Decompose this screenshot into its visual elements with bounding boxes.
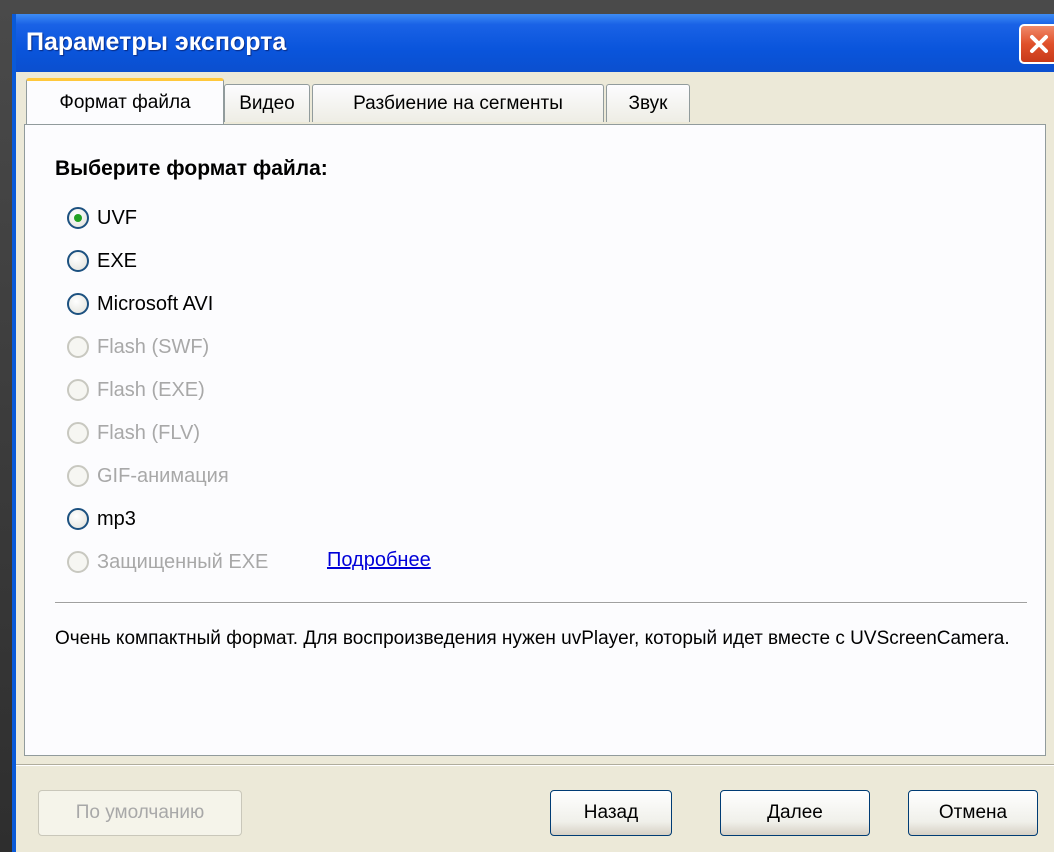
option-label: EXE (97, 249, 138, 272)
radio-button[interactable] (67, 508, 89, 530)
file-format-panel: Выберите формат файла: UVF EXE Microsoft… (24, 124, 1046, 756)
window-title: Параметры экспорта (26, 28, 287, 56)
tab-segmentation[interactable]: Разбиение на сегменты (312, 84, 604, 122)
tab-video[interactable]: Видео (224, 84, 310, 122)
defaults-button: По умолчанию (38, 790, 242, 836)
format-option-flash-swf: Flash (SWF) (67, 332, 209, 362)
button-label: По умолчанию (75, 802, 205, 823)
format-option-gif: GIF-анимация (67, 461, 229, 491)
radio-button (67, 465, 89, 487)
radio-button (67, 422, 89, 444)
radio-selected-dot (74, 214, 82, 222)
format-option-mp3[interactable]: mp3 (67, 504, 136, 534)
button-label: Отмена (938, 802, 1008, 823)
option-label: Microsoft AVI (97, 292, 214, 315)
next-button[interactable]: Далее (720, 790, 870, 836)
tab-strip: Формат файла Видео Разбиение на сегменты… (26, 76, 1046, 126)
format-description: Очень компактный формат. Для воспроизвед… (55, 628, 1010, 649)
option-label: Flash (FLV) (97, 421, 200, 444)
radio-button[interactable] (67, 207, 89, 229)
radio-button[interactable] (67, 250, 89, 272)
footer-divider (16, 764, 1054, 766)
option-label: GIF-анимация (97, 464, 229, 487)
option-label: mp3 (97, 507, 136, 530)
radio-button (67, 379, 89, 401)
option-label: Flash (EXE) (97, 378, 205, 401)
tab-label: Разбиение на сегменты (353, 92, 563, 114)
tab-sound[interactable]: Звук (606, 84, 690, 122)
tab-label: Звук (628, 92, 668, 114)
close-button[interactable] (1019, 24, 1054, 64)
option-label: Flash (SWF) (97, 335, 210, 358)
format-option-uvf[interactable]: UVF (67, 203, 137, 233)
radio-button[interactable] (67, 293, 89, 315)
export-settings-dialog: Параметры экспорта Формат файла Видео Ра… (12, 14, 1054, 852)
format-option-exe[interactable]: EXE (67, 246, 137, 276)
option-label: UVF (97, 206, 137, 229)
format-option-avi[interactable]: Microsoft AVI (67, 289, 213, 319)
tab-file-format[interactable]: Формат файла (26, 78, 224, 124)
format-heading: Выберите формат файла: (55, 157, 328, 180)
format-option-protected-exe: Защищенный EXE (67, 547, 268, 577)
button-label: Назад (583, 802, 639, 823)
close-icon (1030, 35, 1048, 53)
cancel-button[interactable]: Отмена (908, 790, 1038, 836)
option-label: Защищенный EXE (97, 550, 269, 573)
radio-button (67, 336, 89, 358)
tab-label: Видео (239, 92, 295, 114)
button-label: Далее (767, 802, 823, 823)
title-bar[interactable]: Параметры экспорта (16, 14, 1054, 72)
tab-label: Формат файла (59, 91, 191, 113)
divider (55, 602, 1027, 604)
format-option-flash-exe: Flash (EXE) (67, 375, 205, 405)
radio-button (67, 551, 89, 573)
more-info-link[interactable]: Подробнее (327, 549, 431, 572)
format-option-flash-flv: Flash (FLV) (67, 418, 200, 448)
back-button[interactable]: Назад (550, 790, 672, 836)
